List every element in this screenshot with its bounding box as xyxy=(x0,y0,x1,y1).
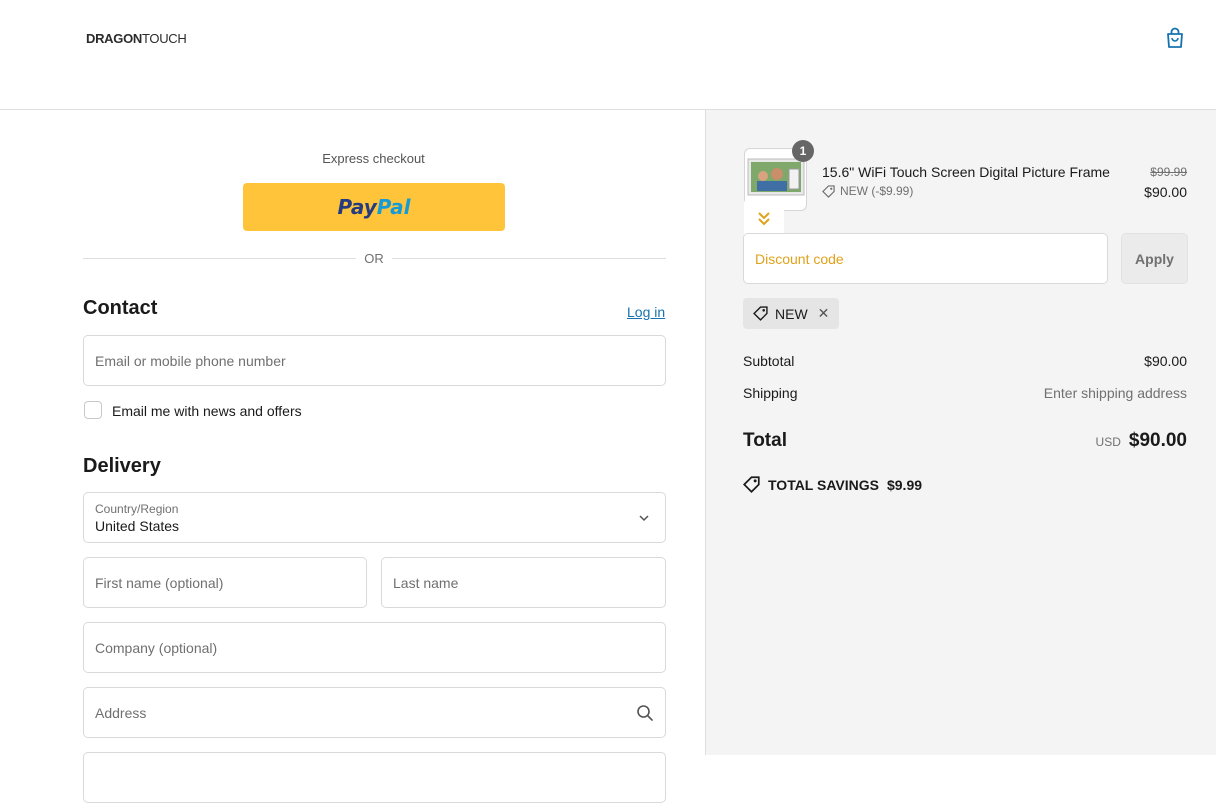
checkout-main: Express checkout Pay Pal OR Contact Log i… xyxy=(0,110,705,803)
savings-value: $9.99 xyxy=(886,476,923,493)
discount-code-input[interactable]: Discount code xyxy=(743,233,1108,284)
contact-heading: Contact xyxy=(83,297,158,319)
email-field[interactable]: Email or mobile phone number xyxy=(83,335,666,386)
total-label: Total xyxy=(743,430,787,451)
subtotal-label: Subtotal xyxy=(743,353,795,369)
product-name: 15.6" WiFi Touch Screen Digital Picture … xyxy=(822,164,1110,180)
remove-discount-icon[interactable]: ✕ xyxy=(818,305,830,322)
email-placeholder: Email or mobile phone number xyxy=(95,352,286,369)
newsletter-checkbox[interactable] xyxy=(84,401,102,419)
applied-code-text: NEW xyxy=(775,305,808,322)
next-field[interactable] xyxy=(83,752,666,803)
company-placeholder: Company (optional) xyxy=(95,639,218,656)
chevron-down-icon xyxy=(639,515,649,522)
product-discount-text: NEW (-$9.99) xyxy=(840,184,914,198)
paypal-pay-text: Pay xyxy=(337,195,377,219)
total-amount: USD $90.00 xyxy=(1096,430,1187,452)
tag-icon xyxy=(753,306,768,321)
paypal-button[interactable]: Pay Pal xyxy=(243,183,505,231)
first-name-placeholder: First name (optional) xyxy=(95,574,224,591)
country-select[interactable]: Country/Region United States xyxy=(83,492,666,543)
first-name-field[interactable]: First name (optional) xyxy=(83,557,367,608)
apply-button[interactable]: Apply xyxy=(1121,233,1188,284)
original-price: $99.99 xyxy=(1150,165,1187,179)
currency-code: USD xyxy=(1095,435,1121,449)
or-divider-label: OR xyxy=(364,251,384,266)
company-field[interactable]: Company (optional) xyxy=(83,622,666,673)
or-divider-right xyxy=(392,258,666,259)
delivery-heading: Delivery xyxy=(83,455,161,477)
discount-code-placeholder: Discount code xyxy=(755,251,844,267)
tag-icon xyxy=(822,184,835,198)
or-divider-left xyxy=(83,258,356,259)
double-chevron-down-icon xyxy=(758,212,770,226)
total-value: $90.00 xyxy=(1128,430,1187,451)
applied-discount-tag: NEW ✕ xyxy=(743,298,840,329)
last-name-placeholder: Last name xyxy=(393,574,459,591)
total-savings: TOTAL SAVINGS $9.99 xyxy=(743,476,922,493)
paypal-pal-text: Pal xyxy=(376,195,411,219)
last-name-field[interactable]: Last name xyxy=(381,557,666,608)
item-price: $90.00 xyxy=(1144,184,1187,200)
newsletter-label[interactable]: Email me with news and offers xyxy=(112,403,302,419)
address-field[interactable]: Address xyxy=(83,687,666,738)
order-summary: 1 15.6" WiFi Touch Screen Digital Pictur… xyxy=(705,110,1216,755)
shipping-value: Enter shipping address xyxy=(1043,385,1187,401)
logo-main-text: DRAGON xyxy=(86,31,142,46)
shopping-bag-icon[interactable] xyxy=(1165,27,1185,49)
quantity-badge: 1 xyxy=(792,140,814,162)
login-link[interactable]: Log in xyxy=(627,304,665,320)
dragon-touch-logo[interactable]: DRAGONTOUCH xyxy=(86,31,187,46)
site-header: DRAGONTOUCH xyxy=(0,0,1216,110)
logo-thin-text: TOUCH xyxy=(141,31,187,46)
address-placeholder: Address xyxy=(95,704,147,721)
savings-label: TOTAL SAVINGS xyxy=(768,476,879,493)
tag-icon xyxy=(743,476,760,493)
shipping-label: Shipping xyxy=(743,385,798,401)
search-icon xyxy=(637,705,653,721)
product-discount: NEW (-$9.99) xyxy=(822,184,913,198)
country-value: United States xyxy=(95,518,180,534)
country-label: Country/Region xyxy=(95,502,179,516)
express-checkout-label: Express checkout xyxy=(322,151,425,166)
subtotal-value: $90.00 xyxy=(1144,353,1187,369)
